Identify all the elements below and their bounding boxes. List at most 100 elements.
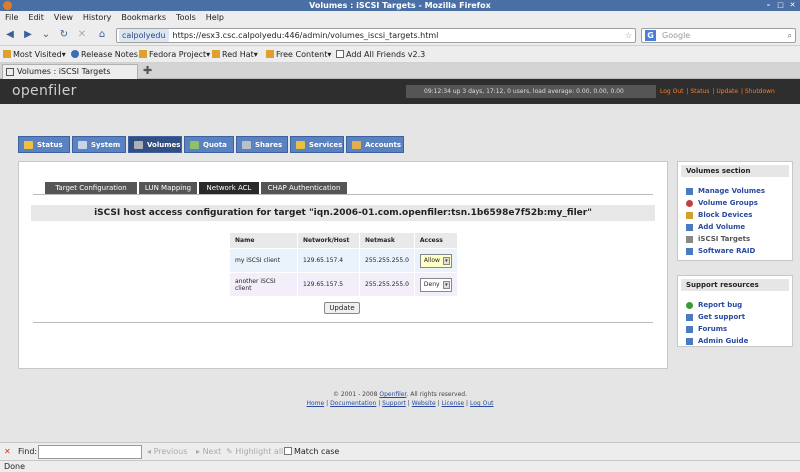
divider [33, 194, 653, 195]
browser-tab[interactable]: Volumes : iSCSI Targets [2, 64, 138, 79]
browser-tab-title: Volumes : iSCSI Targets [17, 67, 111, 76]
close-find-icon[interactable]: ✕ [4, 446, 11, 458]
url-bar[interactable]: calpolyedu https://esx3.csc.calpolyedu:44… [116, 28, 636, 43]
sidebar-item-report-bug[interactable]: Report bug [678, 299, 792, 311]
bookmark-release-notes[interactable]: Release Notes [71, 49, 138, 60]
openfiler-link[interactable]: Openfiler [379, 391, 406, 398]
access-cell: Deny ▾ [413, 272, 458, 297]
search-input[interactable]: G Google ⌕ [641, 28, 796, 43]
stop-icon[interactable]: ✕ [76, 29, 88, 41]
reload-icon[interactable]: ↻ [58, 29, 70, 41]
menu-help[interactable]: Help [201, 11, 229, 24]
table-header-row: Name Network/Host Netmask Access [229, 232, 458, 249]
tab-shares[interactable]: Shares [236, 136, 288, 153]
column-header: Netmask [359, 232, 415, 249]
menu-view[interactable]: View [49, 11, 78, 24]
menu-tools[interactable]: Tools [171, 11, 201, 24]
bookmark-star-icon[interactable]: ☆ [625, 29, 632, 42]
footer-link-website[interactable]: Website [412, 400, 436, 407]
footer-links: Home | Documentation | Support | Website… [306, 400, 494, 407]
site-identity-button[interactable]: calpolyedu [119, 29, 169, 42]
footer-link-home[interactable]: Home [307, 400, 325, 407]
network-acl-table: Name Network/Host Netmask Access my iSCS… [229, 232, 458, 297]
bug-icon [686, 302, 693, 309]
sidebar-item-add-volume[interactable]: Add Volume [678, 221, 792, 233]
status-link[interactable]: Status [690, 88, 709, 95]
tab-accounts[interactable]: Accounts [346, 136, 404, 153]
access-select[interactable]: Allow ▾ [419, 253, 452, 268]
subtab-chap-authentication[interactable]: CHAP Authentication [261, 182, 347, 194]
forward-icon[interactable]: ▶ [22, 29, 34, 41]
sidebar-item-get-support[interactable]: Get support [678, 311, 792, 323]
tab-status[interactable]: Status [18, 136, 70, 153]
tab-system[interactable]: System [72, 136, 126, 153]
menu-history[interactable]: History [78, 11, 116, 24]
match-case-checkbox[interactable]: Match case [284, 446, 339, 458]
footer-link-support[interactable]: Support [382, 400, 406, 407]
footer-link-documentation[interactable]: Documentation [330, 400, 376, 407]
google-icon[interactable]: G [645, 30, 656, 41]
subtab-lun-mapping[interactable]: LUN Mapping [139, 182, 197, 194]
bookmarks-toolbar: Most Visited▾ Release Notes Fedora Proje… [0, 46, 800, 63]
sidebar-item-block-devices[interactable]: Block Devices [678, 209, 792, 221]
accounts-icon [352, 141, 361, 149]
quota-icon [190, 141, 199, 149]
system-status: 09:12:34 up 3 days, 17:12, 0 users, load… [406, 85, 656, 98]
client-host: 129.65.157.4 [297, 248, 360, 273]
client-host: 129.65.157.5 [297, 272, 360, 297]
bookmark-add-all-friends[interactable]: Add All Friends v2.3 [336, 49, 425, 60]
fedora-icon [71, 50, 79, 58]
history-dropdown-icon[interactable]: ⌄ [40, 29, 52, 41]
column-header: Access [413, 232, 458, 249]
shutdown-link[interactable]: Shutdown [745, 88, 775, 95]
client-netmask: 255.255.255.0 [359, 248, 415, 273]
page-footer: © 2001 - 2008 Openfiler. All rights rese… [0, 390, 800, 408]
find-input[interactable] [38, 445, 142, 459]
logout-link[interactable]: Log Out [660, 88, 684, 95]
bookmark-red-hat[interactable]: Red Hat▾ [212, 49, 258, 60]
tab-strip: Volumes : iSCSI Targets ✚ [0, 63, 800, 79]
maximize-icon[interactable]: □ [776, 1, 785, 10]
footer-link-logout[interactable]: Log Out [470, 400, 494, 407]
access-cell: Allow ▾ [413, 248, 458, 273]
new-tab-icon[interactable]: ✚ [143, 64, 152, 78]
highlight-all-button[interactable]: ✎ Highlight all [226, 446, 283, 458]
tab-quota[interactable]: Quota [184, 136, 234, 153]
window-titlebar: Volumes : iSCSI Targets - Mozilla Firefo… [0, 0, 800, 11]
sidebar-item-volume-groups[interactable]: Volume Groups [678, 197, 792, 209]
home-icon[interactable]: ⌂ [96, 29, 108, 41]
close-icon[interactable]: ✕ [788, 1, 797, 10]
table-row: my iSCSI client 129.65.157.4 255.255.255… [229, 248, 458, 273]
menu-file[interactable]: File [0, 11, 23, 24]
bookmark-most-visited[interactable]: Most Visited▾ [3, 49, 66, 60]
find-next-button[interactable]: ▸ Next [196, 446, 221, 458]
minimize-icon[interactable]: – [764, 1, 773, 10]
sidebar-item-software-raid[interactable]: Software RAID [678, 245, 792, 257]
sidebar-item-iscsi-targets[interactable]: iSCSI Targets [678, 233, 792, 245]
tab-services[interactable]: Services [290, 136, 344, 153]
find-previous-button[interactable]: ◂ Previous [147, 446, 187, 458]
chevron-down-icon: ▾ [442, 280, 450, 289]
openfiler-logo: openfiler [12, 83, 77, 99]
update-link[interactable]: Update [716, 88, 738, 95]
bookmark-fedora-project[interactable]: Fedora Project▾ [139, 49, 210, 60]
table-row: another iSCSI client 129.65.157.5 255.25… [229, 272, 458, 297]
menu-edit[interactable]: Edit [23, 11, 49, 24]
tab-volumes[interactable]: Volumes [128, 136, 182, 153]
bookmark-free-content[interactable]: Free Content▾ [266, 49, 331, 60]
subtab-target-configuration[interactable]: Target Configuration [45, 182, 137, 194]
access-select[interactable]: Deny ▾ [419, 277, 452, 292]
update-button[interactable]: Update [324, 302, 360, 314]
page-body: Status System Volumes Quota Shares Servi… [0, 104, 800, 442]
sidebar-item-admin-guide[interactable]: Admin Guide [678, 335, 792, 347]
find-bar: ✕ Find: ◂ Previous ▸ Next ✎ Highlight al… [0, 442, 800, 460]
footer-link-license[interactable]: License [442, 400, 465, 407]
sidebar-item-manage-volumes[interactable]: Manage Volumes [678, 185, 792, 197]
menu-bookmarks[interactable]: Bookmarks [116, 11, 171, 24]
back-icon[interactable]: ◀ [4, 29, 16, 41]
page-favicon-icon [6, 68, 14, 76]
add-volume-icon [686, 224, 693, 231]
search-icon[interactable]: ⌕ [788, 29, 792, 42]
sidebar-item-forums[interactable]: Forums [678, 323, 792, 335]
subtab-network-acl[interactable]: Network ACL [199, 182, 259, 194]
